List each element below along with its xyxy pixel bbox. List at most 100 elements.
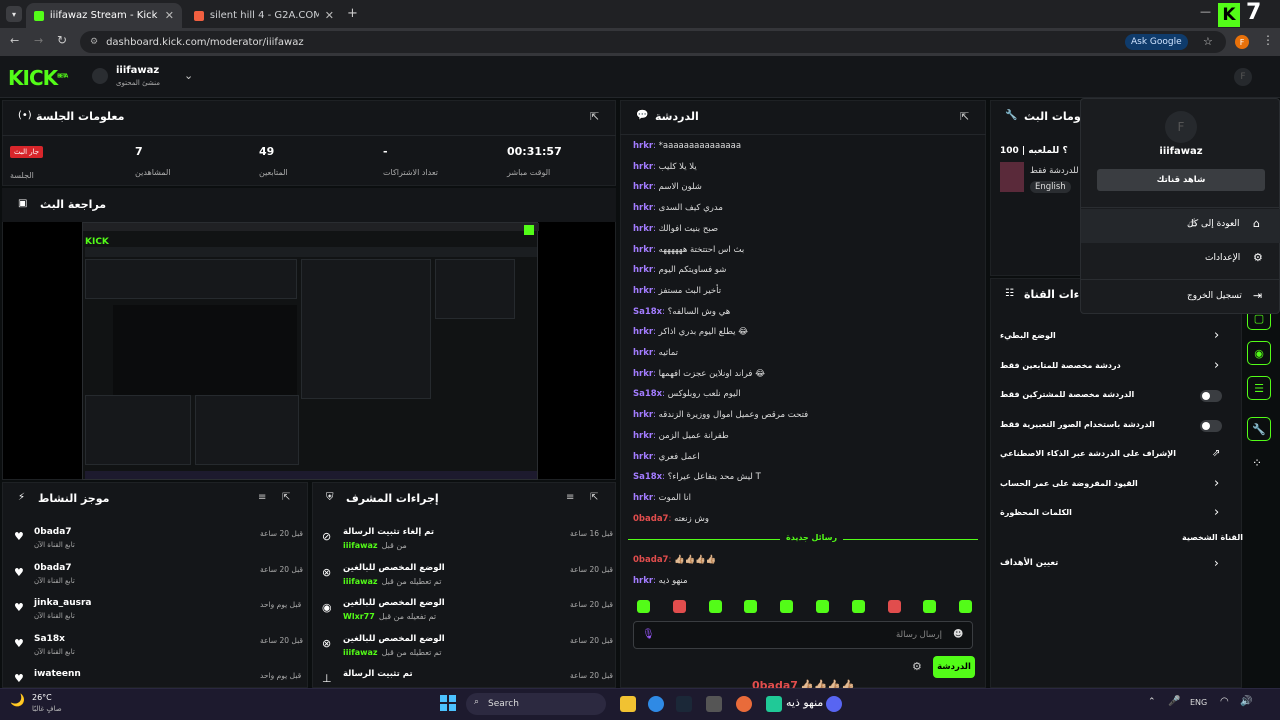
ask-google-button[interactable]: Ask Google	[1125, 34, 1188, 50]
user-avatar-button[interactable]: F	[1234, 68, 1252, 86]
chat-username[interactable]: hrkr	[633, 286, 653, 296]
taskbar-search[interactable]: ⌕ Search	[466, 693, 606, 715]
steam-icon[interactable]	[676, 696, 692, 712]
channel-switch-chevron-icon[interactable]: ⌄	[184, 69, 193, 82]
emoji-icon[interactable]: ☻	[953, 629, 963, 640]
rail-wrench-icon[interactable]: 🔧	[1247, 417, 1271, 441]
chevron-right-icon[interactable]: ›	[1214, 358, 1219, 373]
emote-icon[interactable]	[637, 600, 650, 613]
watch-channel-button[interactable]: شاهد قناتك	[1097, 169, 1265, 191]
close-tab-icon[interactable]: ✕	[165, 9, 174, 22]
menu-item-back[interactable]: العودة إلى كل ⌂	[1081, 209, 1280, 243]
minimize-icon[interactable]: —	[1200, 5, 1211, 18]
emote-icon[interactable]	[923, 600, 937, 613]
chat-username[interactable]: hrkr	[633, 224, 653, 234]
chat-username[interactable]: hrkr	[633, 141, 653, 151]
chat-username[interactable]: Sa18x	[633, 472, 662, 482]
tab-search-icon[interactable]: ▾	[6, 6, 22, 22]
chevron-right-icon[interactable]: ›	[1214, 476, 1219, 491]
forward-icon[interactable]: →	[34, 34, 43, 47]
site-info-icon[interactable]: ⚙	[90, 37, 98, 47]
chat-username[interactable]: hrkr	[633, 369, 653, 379]
rail-list-icon[interactable]: ☰	[1247, 376, 1271, 400]
emote-icon[interactable]	[851, 600, 865, 613]
filter-icon[interactable]: ≡	[258, 492, 266, 503]
close-tab-icon[interactable]: ✕	[325, 9, 334, 22]
chat-username[interactable]: hrkr	[633, 348, 653, 358]
emote-icon[interactable]	[672, 600, 686, 613]
chat-username[interactable]: Sa18x	[633, 389, 662, 399]
mic-icon[interactable]: 🎙	[642, 629, 655, 640]
channel-action-label: الوضع البطيء	[1000, 331, 1056, 340]
chevron-right-icon[interactable]: ›	[1214, 505, 1219, 520]
chat-username[interactable]: hrkr	[633, 576, 653, 586]
bookmark-star-icon[interactable]: ☆	[1203, 35, 1213, 48]
address-bar[interactable]: ⚙ dashboard.kick.com/moderator/iiifawaz	[80, 31, 1226, 53]
chat-username[interactable]: hrkr	[633, 245, 653, 255]
emote-icon[interactable]	[744, 600, 758, 613]
language-indicator[interactable]: ENG	[1190, 698, 1207, 707]
chat-username[interactable]: hrkr	[633, 265, 653, 275]
chat-message: hrkr: شو فساويتكم اليوم	[633, 265, 726, 275]
mic-tray-icon[interactable]: 🎤	[1168, 696, 1180, 707]
chat-username[interactable]: hrkr	[633, 410, 653, 420]
chat-input[interactable]: 🎙 إرسال رسالة ☻	[633, 621, 973, 649]
tab-kick-dashboard[interactable]: iiifawaz Stream - Kick Dashboard ✕	[26, 3, 182, 28]
wifi-icon[interactable]: ◠	[1220, 696, 1229, 707]
store-icon[interactable]	[706, 696, 722, 712]
chat-username[interactable]: hrkr	[633, 431, 653, 441]
browser-menu-icon[interactable]: ⋮	[1262, 33, 1274, 47]
app-icon[interactable]	[766, 696, 782, 712]
channel-avatar[interactable]	[92, 68, 108, 84]
chat-username[interactable]: 0bada7	[633, 555, 668, 565]
chat-send-button[interactable]: الدردشة	[933, 656, 975, 678]
mod-username[interactable]: iiifawaz	[343, 541, 378, 550]
popout-icon[interactable]: ⇱	[960, 110, 969, 123]
chat-settings-gear-icon[interactable]: ⚙	[912, 660, 922, 673]
menu-item-logout[interactable]: تسجيل الخروج ⇥	[1081, 281, 1280, 315]
kick-logo[interactable]: KICKBETA	[8, 66, 68, 90]
external-link-icon[interactable]: ⇗	[1212, 448, 1220, 459]
emote-icon[interactable]	[959, 600, 973, 613]
windows-start-icon[interactable]	[440, 695, 456, 711]
popout-icon[interactable]: ⇱	[590, 110, 599, 123]
toggle-switch[interactable]	[1200, 390, 1222, 402]
profile-avatar[interactable]: F	[1235, 35, 1249, 49]
mod-username[interactable]: iiifawaz	[343, 648, 378, 657]
app-icon[interactable]	[736, 696, 752, 712]
emote-icon[interactable]	[780, 600, 794, 613]
emote-icon[interactable]	[816, 600, 829, 613]
new-tab-icon[interactable]: +	[347, 6, 358, 21]
chat-username[interactable]: hrkr	[633, 452, 653, 462]
chrome-icon[interactable]	[648, 696, 664, 712]
file-explorer-icon[interactable]	[620, 696, 636, 712]
toggle-switch[interactable]	[1200, 419, 1222, 432]
tab-g2a[interactable]: silent hill 4 - G2A.COM ✕	[186, 3, 342, 28]
discord-icon[interactable]	[826, 696, 842, 712]
reload-icon[interactable]: ↻	[57, 33, 67, 47]
mod-username[interactable]: iiifawaz	[343, 577, 378, 586]
back-icon[interactable]: ←	[10, 34, 19, 47]
chat-username[interactable]: hrkr	[633, 327, 653, 337]
stream-video[interactable]: KICK	[82, 222, 539, 480]
chat-username[interactable]: hrkr	[633, 162, 653, 172]
rail-broadcast-icon[interactable]: ◉	[1247, 341, 1271, 365]
speaker-icon[interactable]: 🔊	[1240, 696, 1252, 707]
chat-username[interactable]: 0bada7	[633, 514, 668, 524]
menu-item-settings[interactable]: الإعدادات ⚙	[1081, 243, 1280, 277]
set-goals-row[interactable]: تعيين الأهداف	[1000, 558, 1225, 568]
popout-icon[interactable]: ⇱	[282, 492, 290, 503]
popout-icon[interactable]: ⇱	[590, 492, 598, 503]
chat-username[interactable]: hrkr	[633, 182, 653, 192]
rail-apps-icon[interactable]: ⁘	[1252, 456, 1262, 470]
chat-username[interactable]: hrkr	[633, 203, 653, 213]
filter-icon[interactable]: ≡	[566, 492, 574, 503]
emote-icon[interactable]	[708, 600, 722, 613]
chevron-right-icon[interactable]: ›	[1214, 556, 1219, 570]
tray-chevron-icon[interactable]: ⌃	[1148, 697, 1156, 707]
chat-username[interactable]: hrkr	[633, 493, 653, 503]
chevron-right-icon[interactable]: ›	[1214, 328, 1219, 343]
emote-icon[interactable]	[887, 600, 901, 613]
mod-username[interactable]: Wlxr77	[343, 612, 375, 621]
chat-username[interactable]: Sa18x	[633, 307, 662, 317]
